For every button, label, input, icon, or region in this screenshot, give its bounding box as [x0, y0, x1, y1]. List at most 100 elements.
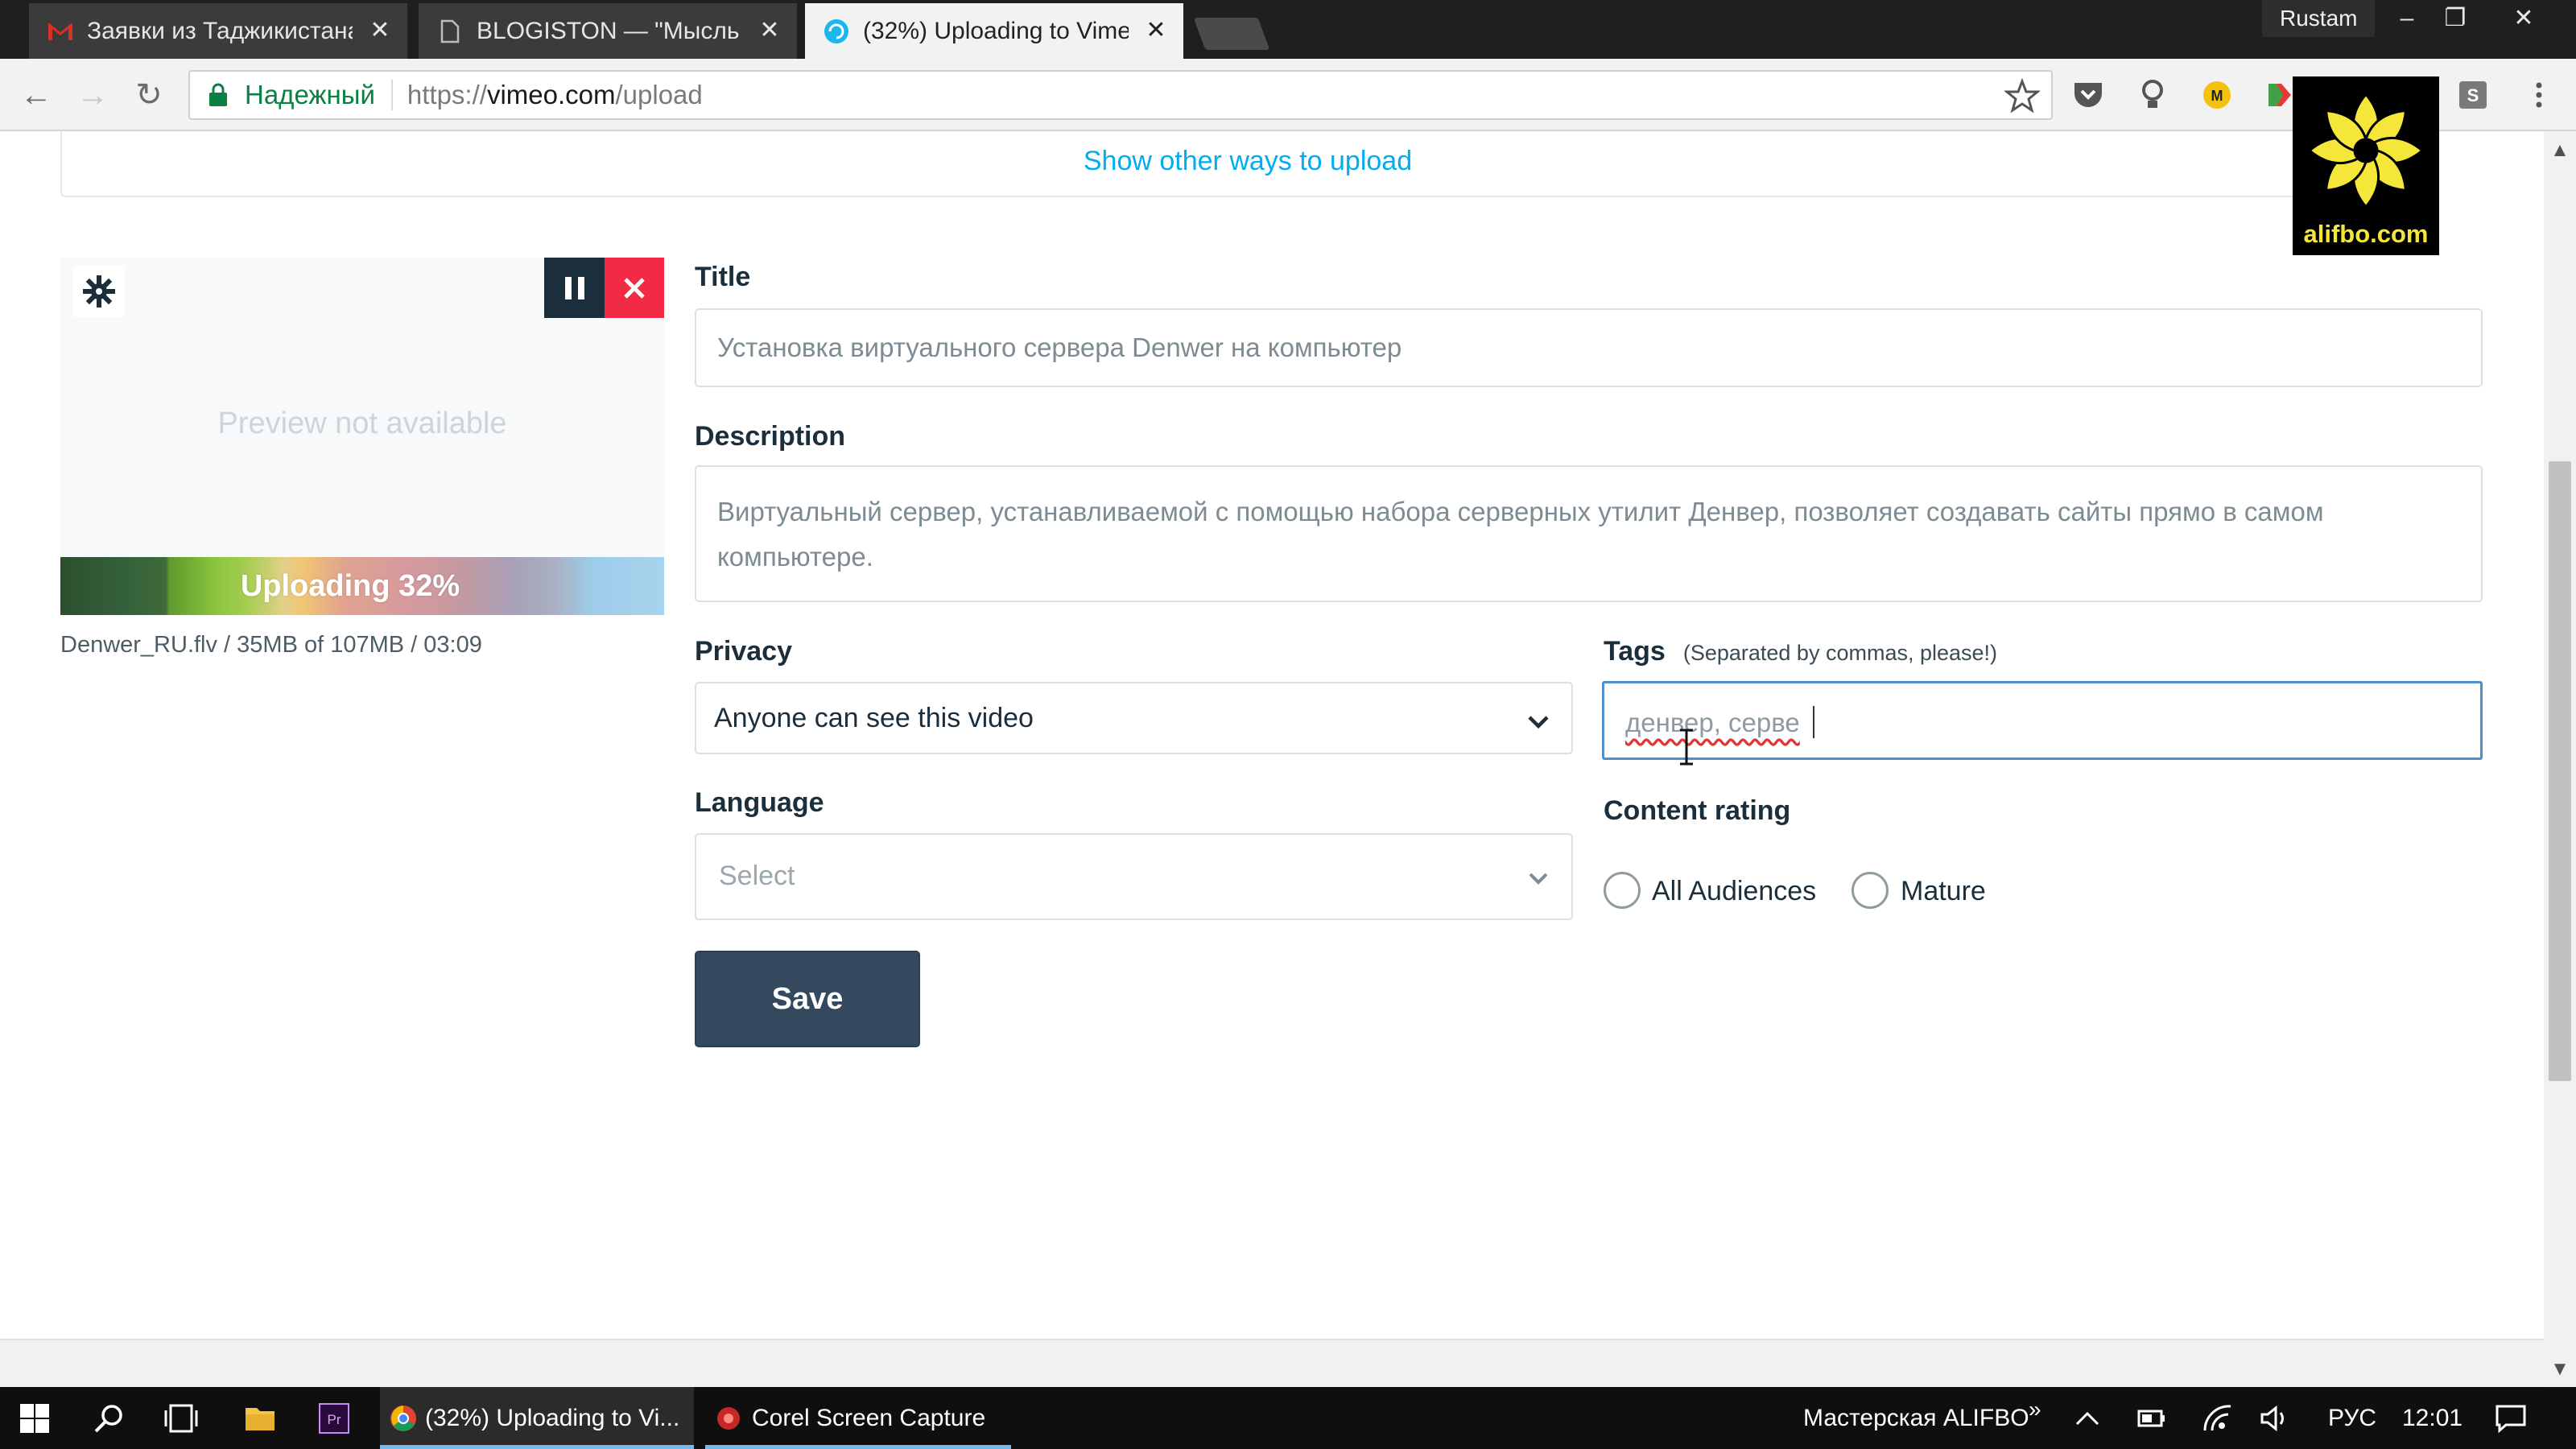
browser-toolbar: ← → ↻ Надежный https://vimeo.com/upload [0, 59, 2576, 131]
battery-icon[interactable] [2132, 1398, 2172, 1439]
tray-text: Мастерская ALIFBO [1803, 1405, 2029, 1431]
svg-text:M: M [2211, 88, 2223, 104]
alifbo-logo: alifbo.com [2293, 76, 2439, 255]
gmail-icon [47, 18, 74, 45]
save-button[interactable]: Save [695, 951, 920, 1047]
close-icon[interactable]: ✕ [365, 16, 394, 45]
privacy-select[interactable]: Anyone can see this video [695, 682, 1573, 754]
chevron-up-icon[interactable] [2067, 1398, 2107, 1439]
taskbar-app-label: Corel Screen Capture [752, 1404, 986, 1431]
close-icon[interactable]: ✕ [755, 16, 784, 45]
alifbo-logo-mark [2307, 92, 2425, 209]
input-language[interactable]: РУС [2328, 1405, 2376, 1432]
notifications-icon[interactable] [2491, 1398, 2531, 1439]
search-icon[interactable] [89, 1398, 129, 1439]
secure-label: Надежный [245, 80, 393, 110]
tab-title: Заявки из Таджикистана [87, 17, 353, 44]
page-footer-strip [0, 1339, 2544, 1387]
tags-label-text: Tags [1604, 636, 1666, 667]
content-rating-label: Content rating [1604, 795, 1791, 826]
lightbulb-icon[interactable] [2135, 77, 2170, 113]
taskbar-app-label: (32%) Uploading to Vi... [425, 1404, 680, 1431]
scroll-down-icon[interactable]: ▼ [2544, 1355, 2576, 1384]
corel-capture-icon [717, 1406, 740, 1430]
file-explorer-icon[interactable] [240, 1398, 280, 1439]
tab-gmail[interactable]: Заявки из Таджикистана ✕ [29, 3, 407, 59]
svg-text:Pr: Pr [328, 1412, 341, 1427]
bookmark-star-icon[interactable] [2004, 78, 2040, 114]
windows-taskbar: Pr (32%) Uploading to Vi... Corel Screen… [0, 1387, 2576, 1449]
radio-mature[interactable] [1852, 872, 1889, 909]
tab-title: (32%) Uploading to Vime [863, 17, 1129, 44]
tab-strip: Заявки из Таджикистана ✕ BLOGISTON — "Мы… [0, 0, 2576, 59]
pocket-icon[interactable] [2070, 77, 2106, 113]
windows-start-icon[interactable] [14, 1398, 55, 1439]
task-view-icon[interactable] [161, 1398, 201, 1439]
taskbar-app-chrome[interactable]: (32%) Uploading to Vi... [380, 1387, 694, 1449]
privacy-value: Anyone can see this video [714, 703, 1034, 733]
text-cursor-icon [1680, 729, 1693, 766]
url-scheme: https:// [407, 80, 487, 109]
profile-button[interactable]: Rustam [2262, 0, 2376, 37]
s-extension-icon[interactable]: S [2455, 77, 2491, 113]
reload-icon[interactable]: ↻ [129, 75, 169, 115]
chevron-down-icon [1529, 873, 1548, 885]
wifi-icon[interactable] [2198, 1398, 2238, 1439]
close-window-icon[interactable]: ✕ [2496, 0, 2552, 37]
tab-vimeo-upload[interactable]: (32%) Uploading to Vime ✕ [805, 3, 1183, 59]
privacy-label: Privacy [695, 636, 792, 667]
radio-all-audiences[interactable] [1604, 872, 1641, 909]
close-icon [624, 277, 645, 299]
alifbo-logo-text: alifbo.com [2303, 220, 2429, 248]
radio-all-audiences-label[interactable]: All Audiences [1652, 876, 1816, 907]
m-extension-icon[interactable]: M [2199, 77, 2235, 113]
tags-value: денвер, серве [1625, 708, 1800, 737]
tab-title: BLOGISTON — "Мысль [477, 17, 740, 44]
new-tab-button[interactable] [1193, 18, 1270, 50]
language-select[interactable]: Select [695, 833, 1573, 920]
gear-icon[interactable] [73, 266, 125, 317]
scroll-thumb[interactable] [2549, 461, 2571, 1081]
premiere-pro-icon[interactable]: Pr [314, 1398, 354, 1439]
language-label: Language [695, 787, 824, 818]
taskbar-app-corel[interactable]: Corel Screen Capture [705, 1387, 1011, 1449]
show-other-ways-link[interactable]: Show other ways to upload [1084, 146, 1412, 177]
upload-progress-label: Uploading 32% [240, 569, 460, 603]
pause-icon [564, 276, 584, 299]
back-icon[interactable]: ← [16, 75, 56, 115]
forward-icon[interactable]: → [72, 75, 113, 115]
file-info: Denwer_RU.flv / 35MB of 107MB / 03:09 [60, 632, 482, 658]
url-path: /upload [615, 80, 703, 109]
page-icon [436, 18, 464, 45]
other-ways-panel: Show other ways to upload [60, 131, 2435, 197]
restore-icon[interactable]: ❐ [2427, 0, 2483, 37]
chrome-icon [390, 1405, 416, 1431]
chevron-down-icon [1528, 716, 1549, 729]
tags-label: Tags (Separated by commas, please!) [1604, 636, 1997, 667]
page-scrollbar[interactable]: ▲ ▼ [2544, 131, 2576, 1387]
title-field[interactable]: Установка виртуального сервера Denwer на… [695, 308, 2483, 387]
loading-icon [823, 18, 850, 45]
pause-upload-button[interactable] [544, 258, 605, 318]
tray-expand-icon[interactable]: » [2029, 1397, 2041, 1422]
title-label: Title [695, 262, 751, 292]
radio-mature-label[interactable]: Mature [1901, 876, 1986, 907]
tab-blogiston[interactable]: BLOGISTON — "Мысль ✕ [419, 3, 797, 59]
clock[interactable]: 12:01 [2402, 1405, 2462, 1432]
address-bar[interactable]: Надежный https://vimeo.com/upload [188, 70, 2053, 120]
upload-progress-bar: Uploading 32% [60, 557, 664, 615]
title-value: Установка виртуального сервера Denwer на… [717, 332, 1402, 362]
volume-icon[interactable] [2256, 1398, 2296, 1439]
close-icon[interactable]: ✕ [1141, 16, 1170, 45]
cancel-upload-button[interactable] [605, 258, 664, 318]
url-host: vimeo.com [486, 80, 616, 109]
menu-dots-icon[interactable] [2521, 77, 2557, 113]
svg-text:S: S [2467, 85, 2479, 105]
description-field[interactable]: Виртуальный сервер, устанавливаемой с по… [695, 465, 2483, 602]
tags-input[interactable]: денвер, серве [1602, 681, 2483, 760]
description-value: Виртуальный сервер, устанавливаемой с по… [717, 497, 2324, 572]
tags-hint: (Separated by commas, please!) [1682, 641, 1998, 665]
active-indicator [705, 1445, 1011, 1449]
text-caret [1813, 706, 1814, 738]
scroll-up-icon[interactable]: ▲ [2544, 136, 2576, 165]
